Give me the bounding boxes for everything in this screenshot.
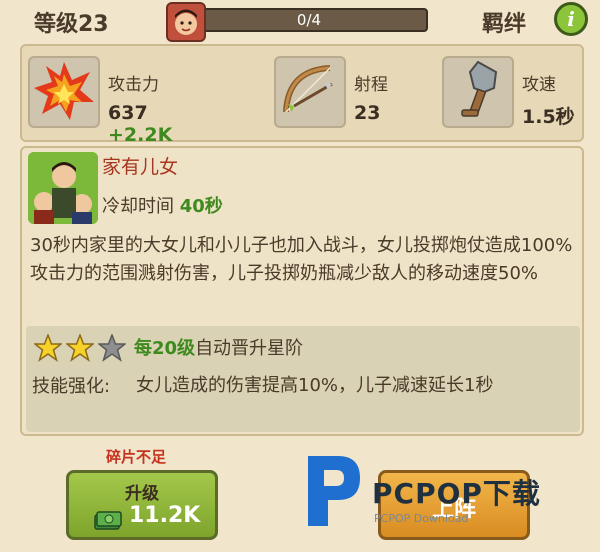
upgrade-cost: 11.2K: [129, 503, 201, 528]
insufficient-shards-warning: 碎片不足: [106, 448, 167, 466]
cooldown-value: 40秒: [179, 196, 223, 217]
attack-speed-value: 1.5秒: [522, 106, 575, 128]
star-empty-icon: [98, 334, 126, 362]
fire-explosion-icon: [28, 56, 100, 128]
skill-name: 家有儿女: [102, 156, 179, 178]
progress-text: 0/4: [296, 11, 322, 29]
bow-icon: [274, 56, 346, 128]
star-upgrade-box: 每20级自动晋升星阶 技能强化: 女儿造成的伤害提高10%，儿子减速延长1秒: [26, 326, 580, 432]
upgrade-button[interactable]: 升级 11.2K: [66, 470, 218, 540]
range-label: 射程: [354, 75, 388, 95]
watermark-logo: [308, 456, 360, 526]
star-filled-icon: [34, 334, 62, 362]
stat-attack: 攻击力 637 +2.2K: [28, 54, 208, 146]
attack-base: 637: [108, 102, 148, 124]
range-value: 23: [354, 102, 381, 124]
hero-level: 等级23: [34, 12, 109, 37]
bond-label[interactable]: 羁绊: [482, 6, 526, 38]
cooldown-label: 冷却时间: [102, 196, 174, 217]
cash-icon: [94, 511, 122, 530]
attack-bonus: +2.2K: [108, 124, 173, 146]
attack-speed-label: 攻速: [522, 75, 556, 95]
star-rule-text: 自动晋升星阶: [195, 338, 304, 359]
enhance-text: 女儿造成的伤害提高10%，儿子减速延长1秒: [136, 375, 494, 396]
stats-panel: 攻击力 637 +2.2K 射程 23 攻速 1.5秒: [20, 44, 584, 146]
skill-description: 30秒内家里的大女儿和小儿子也加入战斗，女儿投掷炮仗造成100%攻击力的范围溅射…: [30, 235, 573, 284]
attack-value: 637 +2.2K: [108, 102, 208, 146]
watermark-text: PCPOP下载: [372, 477, 541, 510]
stat-attack-speed: 攻速 1.5秒: [442, 54, 582, 134]
attack-label: 攻击力: [108, 75, 159, 95]
skill-portrait-icon: [28, 152, 98, 224]
star-rule-highlight: 每20级: [134, 338, 196, 359]
upgrade-label: 升级: [125, 484, 159, 504]
info-icon[interactable]: i: [554, 2, 588, 36]
enhance-label: 技能强化:: [32, 376, 111, 397]
hero-detail-panel: 等级23 0/4 羁绊 i 攻击力 637 +2.2K 射程 23 攻速 1.5…: [0, 0, 600, 552]
shard-progress-bar: 0/4: [190, 8, 428, 32]
cooldown: 冷却时间 40秒: [102, 192, 223, 218]
header-bar: 等级23 0/4 羁绊 i: [0, 0, 600, 42]
watermark-subtext: PCPOP Download: [374, 512, 469, 525]
stat-range: 射程 23: [274, 54, 414, 134]
star-filled-icon: [66, 334, 94, 362]
skill-panel: 家有儿女 冷却时间 40秒 30秒内家里的大女儿和小儿子也加入战斗，女儿投掷炮仗…: [20, 146, 584, 436]
shovel-icon: [442, 56, 514, 128]
star-rule: 每20级自动晋升星阶: [134, 334, 303, 360]
hero-avatar-icon: [166, 2, 206, 42]
